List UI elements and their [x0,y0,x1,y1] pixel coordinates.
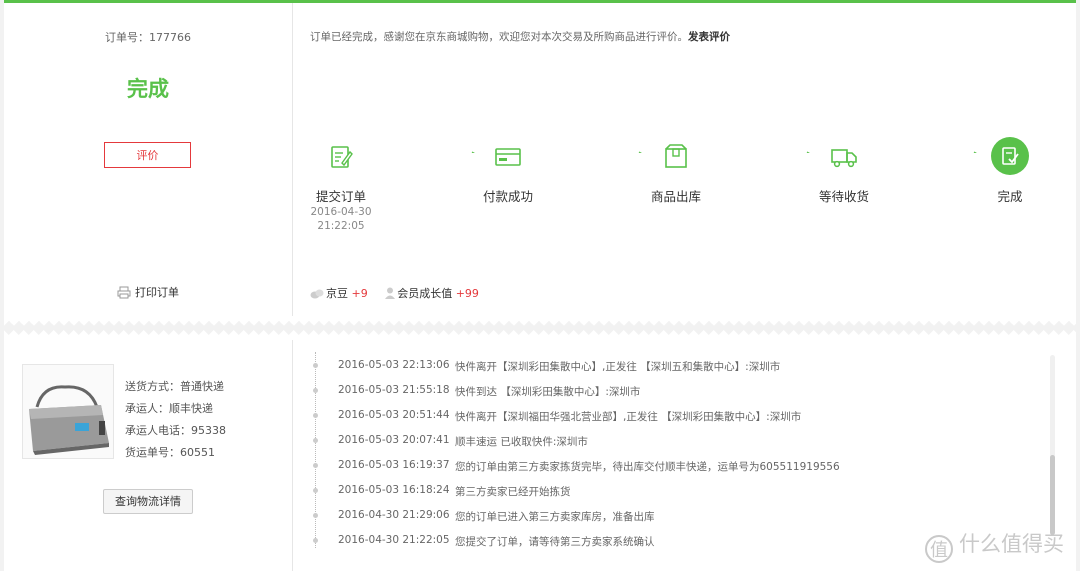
timeline-time: 2016-05-03 16:19:37 [338,459,450,471]
timeline-text: 顺丰速运 已收取快件:深圳市 [455,436,588,448]
watermark: 值什么值得买 [925,528,1064,563]
timeline-time: 2016-04-30 21:22:05 [338,534,450,546]
timeline-time: 2016-05-03 20:51:44 [338,409,450,421]
review-button[interactable]: 评价 [104,142,191,168]
timeline-row: 2016-04-30 21:29:06 您的订单已进入第三方卖家库房，准备出库 [4,509,744,523]
watermark-logo-icon: 值 [925,535,953,563]
check-doc-icon [991,137,1031,177]
step-label: 完成 [997,189,1023,204]
step-date: 2016-04-30 [310,206,372,218]
beans-label: 京豆 [326,287,348,300]
timeline-text: 您提交了订单，请等待第三方卖家系统确认 [455,536,655,548]
progress-arrow [973,151,977,153]
timeline-time: 2016-05-03 21:55:18 [338,384,450,396]
order-status-panel: 订单号：177766 完成 评价 打印订单 订单已经完成，感谢您在京东商城购物，… [4,0,1076,319]
completion-notice: 订单已经完成，感谢您在京东商城购物，欢迎您对本次交易及所购商品进行评价。发表评价 [310,29,730,44]
timeline-text: 您的订单已进入第三方卖家库房，准备出库 [455,511,655,523]
edit-icon [321,137,361,177]
timeline-dot [313,363,318,368]
timeline-dot [313,438,318,443]
zigzag-edge [4,330,1076,340]
timeline-time: 2016-05-03 22:13:06 [338,359,450,371]
timeline-text: 您的订单由第三方卖家拣货完毕，待出库交付顺丰快递，运单号为60551191955… [455,461,840,473]
timeline-text: 快件离开【深圳彩田集散中心】,正发往 【深圳五和集散中心】:深圳市 [455,361,781,373]
timeline-text: 快件离开【深圳福田华强北营业部】,正发往 【深圳彩田集散中心】:深圳市 [455,411,802,423]
write-review-link[interactable]: 发表评价 [688,31,730,43]
printer-icon [117,286,131,299]
timeline-row: 2016-05-03 20:07:41 顺丰速运 已收取快件:深圳市 [4,434,744,448]
print-order-link[interactable]: 打印订单 [4,284,292,300]
notice-text: 订单已经完成，感谢您在京东商城购物，欢迎您对本次交易及所购商品进行评价。 [310,31,688,43]
zigzag-edge [4,316,1076,326]
growth-value: +99 [455,287,479,300]
truck-icon [824,137,864,177]
progress-arrow [638,151,642,153]
step-label: 提交订单 [315,189,366,204]
timeline-row: 2016-04-30 21:22:05 您提交了订单，请等待第三方卖家系统确认 [4,534,744,548]
print-order-label: 打印订单 [135,286,179,299]
timeline-dot [313,538,318,543]
timeline-text: 快件到达 【深圳彩田集散中心】:深圳市 [455,386,641,398]
timeline-row: 2016-05-03 16:19:37 您的订单由第三方卖家拣货完毕，待出库交付顺… [4,459,840,473]
timeline-row: 2016-05-03 22:13:06 快件离开【深圳彩田集散中心】,正发往 【深… [4,359,780,373]
step-label: 商品出库 [650,189,701,204]
rewards-row: 京豆 +9 会员成长值 +99 [310,285,493,301]
timeline-row: 2016-05-03 21:55:18 快件到达 【深圳彩田集散中心】:深圳市 [4,384,744,398]
timeline-row: 2016-05-03 20:51:44 快件离开【深圳福田华强北营业部】,正发往 … [4,409,801,423]
growth-label: 会员成长值 [397,287,453,300]
timeline-dot [313,488,318,493]
progress-arrow [806,151,810,153]
package-icon [656,137,696,177]
timeline-dot [313,388,318,393]
bean-icon [310,289,324,299]
shipping-panel: 送货方式：普通快递 承运人：顺丰快递 承运人电话：95338 货运单号：6055… [4,340,1076,571]
divider [292,3,293,319]
order-status: 完成 [127,77,169,101]
watermark-text: 什么值得买 [959,532,1064,556]
timeline-time: 2016-04-30 21:29:06 [338,509,450,521]
step-time: 21:22:05 [317,220,365,232]
timeline-dot [313,463,318,468]
beans-value: +9 [351,287,368,300]
timeline-time: 2016-05-03 20:07:41 [338,434,450,446]
progress-arrow [471,151,475,153]
step-label: 付款成功 [482,189,533,204]
scrollbar-thumb[interactable] [1050,455,1055,535]
timeline-time: 2016-05-03 16:18:24 [338,484,450,496]
order-number: 订单号：177766 [105,31,191,44]
timeline-dot [313,513,318,518]
step-label: 等待收货 [818,189,869,204]
timeline-text: 第三方卖家已经开始拣货 [455,486,571,498]
card-icon [488,137,528,177]
timeline-dot [313,413,318,418]
user-icon [385,287,396,299]
timeline-row: 2016-05-03 16:18:24 第三方卖家已经开始拣货 [4,484,744,498]
